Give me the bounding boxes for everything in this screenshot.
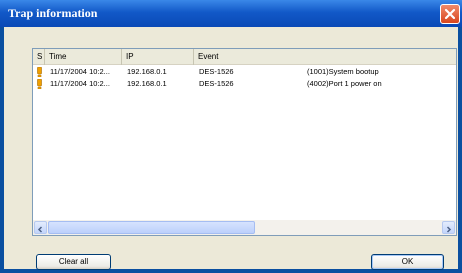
- column-header-time[interactable]: Time: [45, 49, 122, 65]
- trap-list[interactable]: S Time IP Event 11/17/2004 10:2... 192.1…: [32, 48, 457, 236]
- chevron-left-icon: [37, 226, 43, 233]
- time-cell: 11/17/2004 10:2...: [50, 67, 110, 76]
- scroll-left-button[interactable]: [34, 221, 47, 234]
- scroll-right-button[interactable]: [442, 221, 455, 234]
- dialog-body: S Time IP Event 11/17/2004 10:2... 192.1…: [4, 27, 458, 270]
- warning-icon: [37, 79, 42, 89]
- warning-icon: [37, 67, 42, 77]
- table-header: S Time IP Event: [33, 49, 456, 65]
- device-cell: DES-1526: [199, 67, 234, 76]
- trap-information-window: Trap information S Time IP Event 11/17/2…: [0, 0, 462, 273]
- window-title: Trap information: [8, 6, 98, 20]
- column-header-ip[interactable]: IP: [122, 49, 194, 65]
- close-icon: [444, 8, 456, 20]
- close-button[interactable]: [440, 4, 460, 24]
- ok-button[interactable]: OK: [371, 254, 444, 270]
- event-cell: (1001)System bootup: [307, 67, 379, 76]
- time-cell: 11/17/2004 10:2...: [50, 79, 110, 88]
- scrollbar-thumb[interactable]: [48, 221, 255, 234]
- ip-cell: 192.168.0.1: [127, 67, 167, 76]
- ip-cell: 192.168.0.1: [127, 79, 167, 88]
- column-header-s[interactable]: S: [33, 49, 45, 65]
- event-cell: (4002)Port 1 power on: [307, 79, 382, 88]
- column-header-event[interactable]: Event: [194, 49, 456, 65]
- table-row[interactable]: 11/17/2004 10:2... 192.168.0.1 DES-1526 …: [33, 66, 456, 78]
- device-cell: DES-1526: [199, 79, 234, 88]
- clear-all-button[interactable]: Clear all: [36, 254, 111, 270]
- chevron-right-icon: [446, 226, 452, 233]
- title-bar[interactable]: Trap information: [0, 0, 462, 27]
- horizontal-scrollbar[interactable]: [33, 220, 456, 235]
- table-row[interactable]: 11/17/2004 10:2... 192.168.0.1 DES-1526 …: [33, 78, 456, 90]
